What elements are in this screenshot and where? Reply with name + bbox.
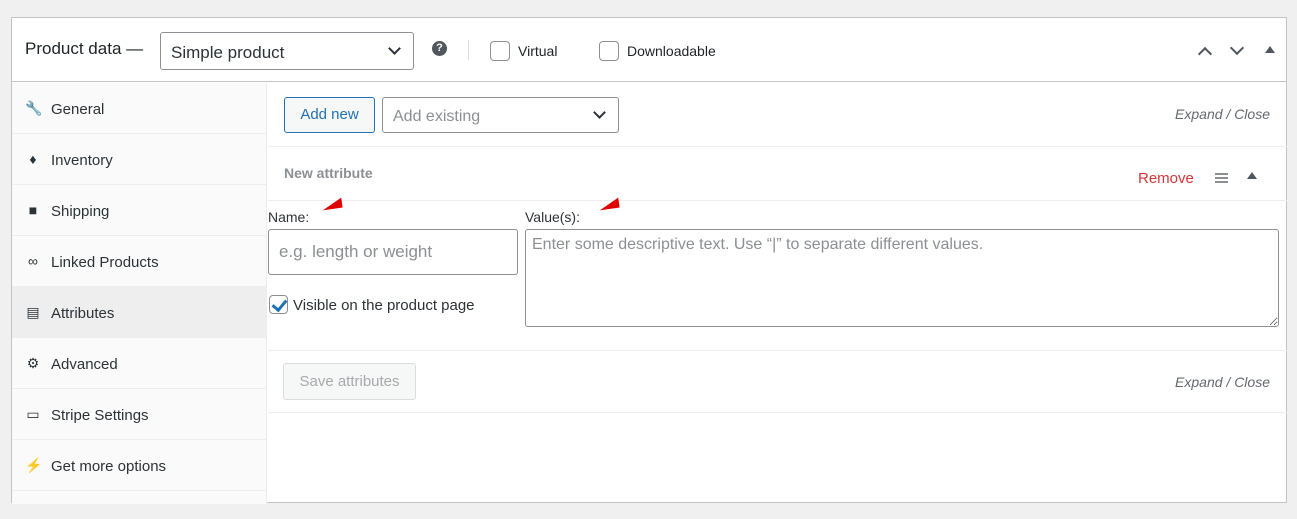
list-icon: ▤ xyxy=(26,304,40,320)
tab-label: Linked Products xyxy=(51,254,159,271)
collapse-panel-icon[interactable] xyxy=(1265,46,1275,53)
tab-shipping[interactable]: ■ Shipping xyxy=(12,185,267,236)
drag-handle-icon[interactable] xyxy=(1215,173,1228,183)
panel-title: Product data — xyxy=(25,39,144,58)
product-data-tabs: 🔧 General ♦ Inventory ■ Shipping ∞ Linke… xyxy=(12,83,267,504)
virtual-checkbox[interactable] xyxy=(490,41,510,61)
downloadable-checkbox[interactable] xyxy=(599,41,619,61)
add-new-attribute-button[interactable]: Add new xyxy=(284,97,375,133)
link-icon: ∞ xyxy=(28,253,38,269)
truck-icon: ■ xyxy=(28,202,38,218)
divider xyxy=(268,146,1287,147)
attributes-panel: Add new Add existing Expand / Close New … xyxy=(268,83,1287,504)
name-label: Name: xyxy=(268,209,310,225)
tab-general[interactable]: 🔧 General xyxy=(12,83,267,134)
tab-stripe-settings[interactable]: ▭ Stripe Settings xyxy=(12,389,267,440)
virtual-label[interactable]: Virtual xyxy=(518,43,557,59)
attribute-values-textarea[interactable] xyxy=(525,229,1279,327)
tab-get-more-options[interactable]: ⚡ Get more options xyxy=(12,440,267,491)
move-down-icon[interactable] xyxy=(1229,40,1245,56)
values-label: Value(s): xyxy=(525,209,580,225)
window-icon: ▭ xyxy=(26,406,40,422)
tab-label: Inventory xyxy=(51,152,113,169)
tab-label: Attributes xyxy=(51,305,115,322)
tab-linked-products[interactable]: ∞ Linked Products xyxy=(12,236,267,287)
visible-on-product-page-checkbox[interactable] xyxy=(269,295,288,314)
divider xyxy=(268,200,1287,201)
add-existing-placeholder: Add existing xyxy=(393,108,481,125)
attribute-title[interactable]: New attribute xyxy=(284,165,373,181)
tag-icon: ♦ xyxy=(29,151,37,167)
tab-label: Advanced xyxy=(51,356,118,373)
tab-label: General xyxy=(51,101,105,118)
expand-close-link[interactable]: Expand / Close xyxy=(1175,106,1270,122)
tab-inventory[interactable]: ♦ Inventory xyxy=(12,134,267,185)
gear-icon: ⚙ xyxy=(26,355,40,371)
visible-on-product-page-label[interactable]: Visible on the product page xyxy=(293,297,475,314)
annotation-marker xyxy=(321,197,343,211)
divider xyxy=(468,40,469,60)
remove-attribute-link[interactable]: Remove xyxy=(1138,170,1194,187)
add-existing-select[interactable]: Add existing xyxy=(382,97,619,133)
plug-icon: ⚡ xyxy=(25,457,43,473)
tab-attributes[interactable]: ▤ Attributes xyxy=(12,287,267,338)
divider xyxy=(268,350,1287,351)
tab-label: Shipping xyxy=(51,203,110,220)
chevron-down-icon xyxy=(593,106,606,119)
wrench-icon: 🔧 xyxy=(25,100,43,116)
move-up-icon[interactable] xyxy=(1197,46,1213,62)
product-type-select[interactable]: Simple product xyxy=(160,32,414,70)
save-attributes-button[interactable]: Save attributes xyxy=(283,363,416,400)
tab-label: Stripe Settings xyxy=(51,407,149,424)
attribute-name-input[interactable] xyxy=(268,229,518,275)
tab-advanced[interactable]: ⚙ Advanced xyxy=(12,338,267,389)
expand-close-link[interactable]: Expand / Close xyxy=(1175,374,1270,390)
downloadable-label[interactable]: Downloadable xyxy=(627,43,716,59)
chevron-down-icon xyxy=(388,42,401,55)
divider xyxy=(268,412,1287,413)
question-circle-icon[interactable]: ? xyxy=(432,41,447,56)
tab-label: Get more options xyxy=(51,458,167,475)
product-data-header: Product data — Simple product ? Virtual … xyxy=(12,18,1286,82)
product-data-panel: Product data — Simple product ? Virtual … xyxy=(11,17,1287,504)
product-type-value: Simple product xyxy=(171,43,285,62)
collapse-attribute-icon[interactable] xyxy=(1247,172,1257,179)
annotation-marker xyxy=(598,197,620,211)
